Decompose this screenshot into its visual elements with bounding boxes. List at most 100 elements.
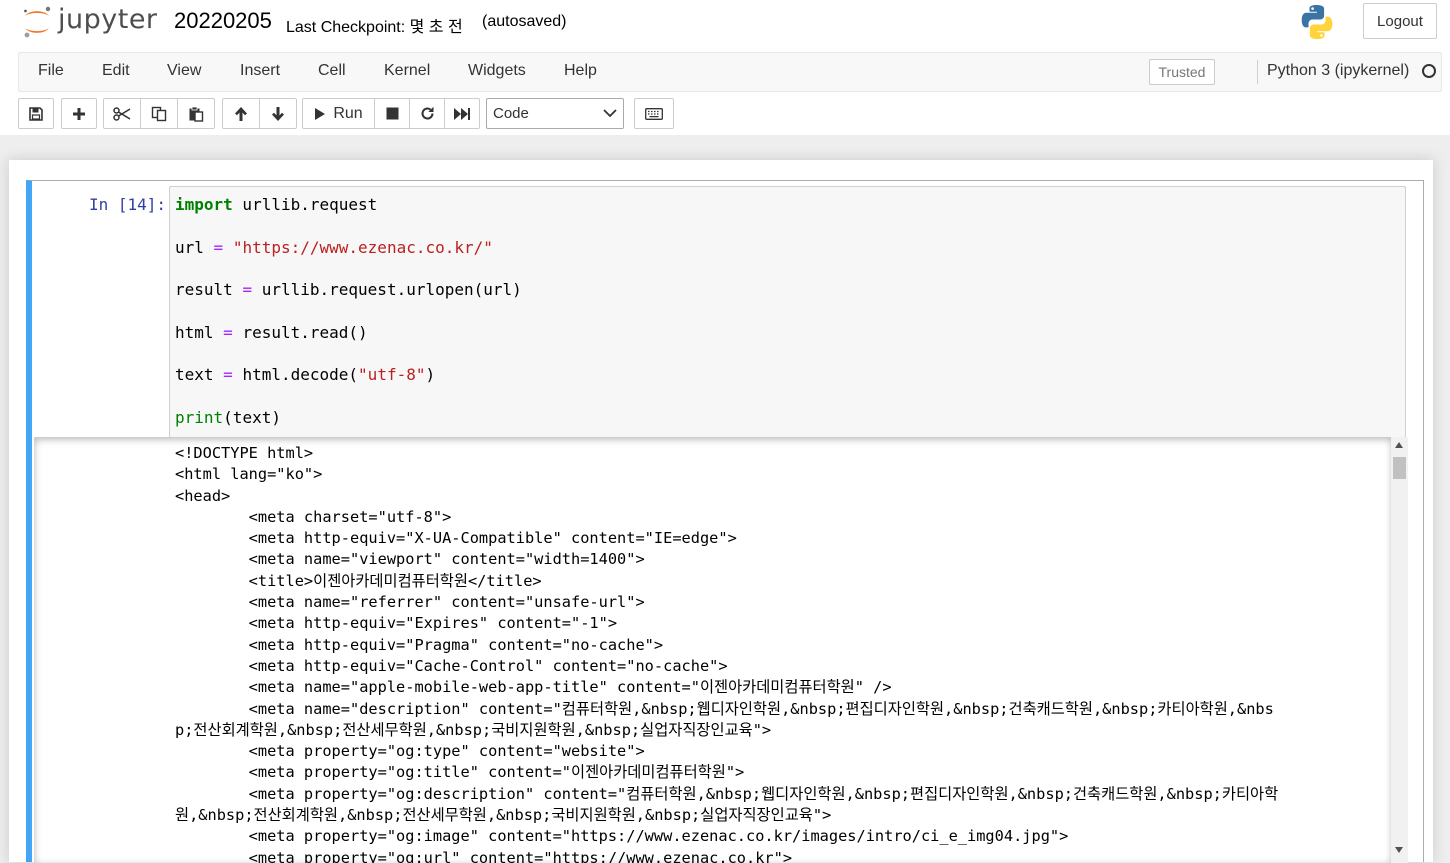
menu-cell[interactable]: Cell: [318, 62, 346, 80]
save-button[interactable]: [18, 98, 54, 129]
keyboard-icon: [645, 107, 663, 120]
play-icon: [315, 107, 326, 120]
cell-type-select[interactable]: Code: [486, 98, 624, 129]
code-editor[interactable]: import urllib.request url = "https://www…: [169, 186, 1406, 438]
move-up-button[interactable]: [222, 98, 260, 129]
toolbar-save-group: [18, 98, 54, 129]
header: jupyter 20220205 Last Checkpoint: 몇 초 전 …: [0, 0, 1450, 135]
jupyter-ring-icon: [24, 6, 51, 38]
output-line: <meta property="og:url" content="https:/…: [175, 848, 793, 863]
toolbar-edit-group: [103, 98, 215, 129]
toolbar-shortcuts-group: [634, 98, 674, 129]
plus-icon: [73, 107, 85, 120]
output-line: <title>이젠아카데미컴퓨터학원</title>: [175, 571, 542, 590]
logo-text: jupyter: [58, 4, 158, 35]
output-line: <meta http-equiv="X-UA-Compatible" conte…: [175, 529, 737, 548]
menu-kernel[interactable]: Kernel: [384, 62, 430, 80]
menu-edit[interactable]: Edit: [102, 62, 130, 80]
output-line: <meta property="og:image" content="https…: [175, 827, 1069, 846]
kernel-name[interactable]: Python 3 (ipykernel): [1267, 62, 1409, 80]
run-label: Run: [333, 104, 363, 122]
code-line-6: print(text): [175, 408, 281, 427]
output-line: <meta http-equiv="Expires" content="-1">: [175, 614, 618, 633]
move-down-button[interactable]: [259, 98, 297, 129]
restart-icon: [421, 106, 434, 120]
trusted-indicator[interactable]: Trusted: [1149, 59, 1215, 85]
code-token-keyword: import: [175, 195, 233, 214]
menubar: File Edit View Insert Cell Kernel Widget…: [18, 52, 1442, 92]
chevron-down-icon: [603, 109, 617, 118]
header-bar: jupyter 20220205 Last Checkpoint: 몇 초 전 …: [0, 0, 1450, 46]
autosave-status: (autosaved): [482, 13, 567, 30]
kernel-separator: [1257, 60, 1258, 84]
notebook-name[interactable]: 20220205: [174, 8, 272, 34]
notebook-container: In [14]: import urllib.request url = "ht…: [9, 160, 1433, 863]
insert-cell-button[interactable]: [61, 98, 97, 129]
run-button[interactable]: Run: [302, 98, 375, 129]
cell-type-value: Code: [493, 105, 529, 122]
output-line: <html lang="ko">: [175, 465, 323, 484]
code-cell[interactable]: In [14]: import urllib.request url = "ht…: [26, 180, 1424, 863]
code-token-operator: =: [223, 323, 233, 342]
code-line-3: result = urllib.request.urlopen(url): [175, 280, 522, 299]
menu-file[interactable]: File: [38, 62, 64, 80]
output-line: <meta name="description" content="컴퓨터학원,…: [175, 699, 1274, 718]
paste-icon: [189, 106, 204, 122]
output-line: p;전산회계학원,&nbsp;전산세무학원,&nbsp;국비지원학원,&nbsp…: [175, 720, 772, 739]
restart-run-all-button[interactable]: [444, 98, 480, 129]
checkpoint-status: Last Checkpoint: 몇 초 전: [286, 19, 463, 36]
code-line-4: html = result.read(): [175, 323, 368, 342]
toolbar-run-group: Run: [302, 98, 480, 129]
arrow-down-icon: [272, 106, 284, 121]
stop-icon: [386, 107, 398, 120]
scroll-thumb[interactable]: [1393, 457, 1406, 479]
scissors-icon: [113, 106, 131, 121]
output-line: <head>: [175, 486, 231, 505]
output-line: <meta name="viewport" content="width=140…: [175, 550, 645, 569]
code-token-builtin: print: [175, 408, 224, 427]
code-token-string: "utf-8": [358, 365, 426, 384]
menu-help[interactable]: Help: [564, 62, 597, 80]
output-scrollbar[interactable]: [1391, 437, 1408, 863]
toolbar-insert-group: [61, 98, 97, 129]
output-line: <meta name="apple-mobile-web-app-title" …: [175, 678, 892, 697]
copy-icon: [151, 106, 167, 121]
output-line: <meta property="og:title" content="이젠아카데…: [175, 763, 745, 782]
copy-button[interactable]: [140, 98, 178, 129]
cut-button[interactable]: [103, 98, 141, 129]
paste-button[interactable]: [177, 98, 215, 129]
scroll-up-arrow-icon[interactable]: [1395, 442, 1403, 448]
code-token-string: "https://www.ezenac.co.kr/": [232, 238, 493, 257]
toolbar-move-group: [222, 98, 297, 129]
command-palette-button[interactable]: [634, 98, 674, 129]
scroll-down-arrow-icon[interactable]: [1395, 847, 1403, 853]
save-icon: [29, 106, 43, 121]
restart-button[interactable]: [409, 98, 445, 129]
output-line: <meta property="og:description" content=…: [175, 784, 1279, 803]
output-line: 원,&nbsp;전산회계학원,&nbsp;전산세무학원,&nbsp;국비지원학원…: [175, 806, 832, 825]
arrow-up-icon: [235, 106, 247, 121]
menu-insert[interactable]: Insert: [240, 62, 280, 80]
output-line: <meta property="og:type" content="websit…: [175, 742, 645, 761]
logout-button[interactable]: Logout: [1363, 3, 1437, 39]
output-line: <meta charset="utf-8">: [175, 507, 452, 526]
output-text[interactable]: <!DOCTYPE html> <html lang="ko"> <head> <m…: [175, 443, 1375, 863]
code-token-operator: =: [213, 238, 224, 257]
kernel-idle-icon: [1422, 64, 1436, 78]
input-prompt: In [14]:: [89, 195, 167, 214]
code-line-2: url = "https://www.ezenac.co.kr/": [175, 238, 493, 257]
menu-view[interactable]: View: [167, 62, 201, 80]
interrupt-button[interactable]: [374, 98, 410, 129]
code-token-operator: =: [242, 280, 253, 299]
output-line: <meta http-equiv="Cache-Control" content…: [175, 656, 728, 675]
code-line-1: import urllib.request: [175, 195, 378, 214]
output-line: <meta name="referrer" content="unsafe-ur…: [175, 593, 645, 612]
output-area[interactable]: <!DOCTYPE html> <html lang="ko"> <head> <m…: [34, 437, 1392, 863]
jupyter-logo[interactable]: jupyter: [22, 4, 157, 40]
code-token-operator: =: [223, 365, 233, 384]
code-line-5: text = html.decode("utf-8"): [175, 365, 436, 384]
menu-widgets[interactable]: Widgets: [468, 62, 526, 80]
output-line: <!DOCTYPE html>: [175, 444, 314, 462]
python-logo-icon: [1301, 5, 1333, 39]
output-line: <meta http-equiv="Pragma" content="no-ca…: [175, 635, 664, 654]
